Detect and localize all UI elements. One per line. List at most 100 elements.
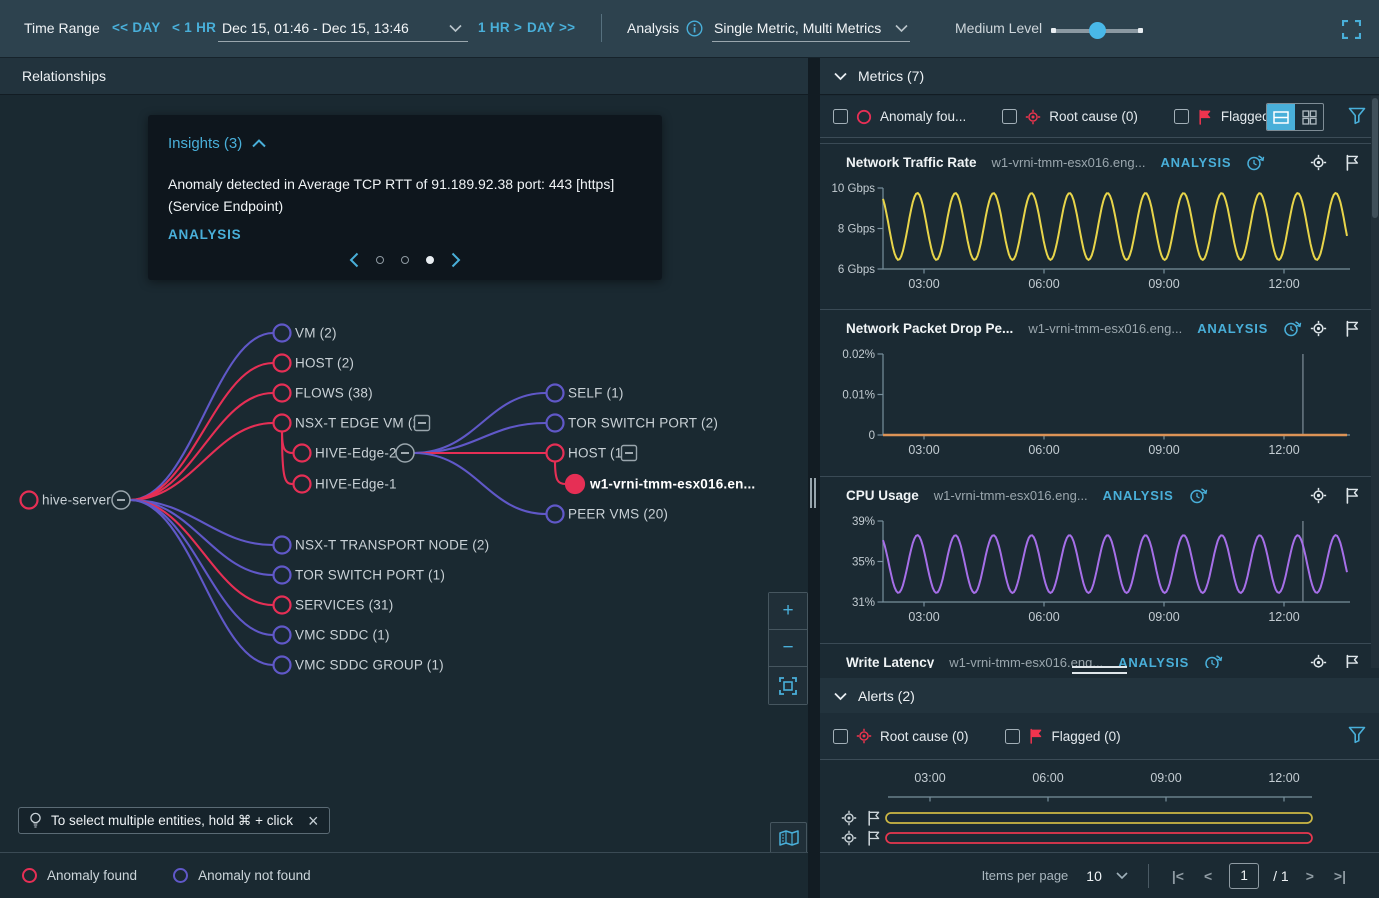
tree-node-circle[interactable] <box>274 325 291 342</box>
flag-button[interactable] <box>1344 320 1361 337</box>
tree-node-circle[interactable] <box>274 567 291 584</box>
fullscreen-icon[interactable] <box>1342 20 1361 39</box>
chevron-down-icon[interactable] <box>1116 872 1128 880</box>
alert-root-cause-button[interactable] <box>841 830 857 851</box>
insights-title[interactable]: Insights (3) <box>168 135 642 152</box>
info-icon[interactable] <box>686 20 703 37</box>
carousel-dot-1[interactable] <box>376 256 384 264</box>
alert-flag-button[interactable] <box>866 830 882 851</box>
next-hour-button[interactable]: 1 HR > <box>478 20 522 35</box>
tree-node-host1[interactable]: HOST (1) <box>547 445 628 462</box>
tree-node-circle[interactable] <box>547 385 564 402</box>
tree-node-circle[interactable] <box>274 627 291 644</box>
locate-button[interactable] <box>1310 320 1327 337</box>
tree-node-root[interactable]: hive-server <box>21 492 112 509</box>
time-compare-button[interactable] <box>1246 154 1265 171</box>
current-page-input[interactable]: 1 <box>1229 863 1259 889</box>
relationship-tree-canvas[interactable]: hive-server VM (2) HOST (2) FLOWS (38) NSX-T… <box>0 95 808 852</box>
tree-node-w1[interactable]: w1-vrni-tmm-esx016.en... <box>566 475 755 493</box>
tree-node-circle[interactable] <box>21 492 38 509</box>
tree-node-hedge2[interactable]: HIVE-Edge-2 <box>294 445 397 462</box>
chevron-up-icon[interactable] <box>252 139 266 148</box>
analysis-select[interactable]: Single Metric, Multi Metrics <box>712 14 910 42</box>
level-slider-knob[interactable] <box>1089 22 1106 39</box>
panel-splitter[interactable] <box>808 58 820 898</box>
tree-node-nsxtedge[interactable]: NSX-T EDGE VM (2) <box>274 415 425 432</box>
chart-analysis-link[interactable]: ANALYSIS <box>1160 155 1231 170</box>
locate-button[interactable] <box>1310 154 1327 171</box>
tree-node-tor2[interactable]: TOR SWITCH PORT (2) <box>547 415 719 432</box>
tree-node-transport[interactable]: NSX-T TRANSPORT NODE (2) <box>274 537 490 554</box>
tree-node-services[interactable]: SERVICES (31) <box>274 597 394 614</box>
flag-button[interactable] <box>1344 487 1361 504</box>
time-compare-button[interactable] <box>1204 654 1223 668</box>
checkbox[interactable] <box>1005 729 1020 744</box>
carousel-prev-icon[interactable] <box>349 252 359 268</box>
locate-button[interactable] <box>1310 654 1327 668</box>
metrics-filter-icon[interactable] <box>1347 106 1367 131</box>
carousel-dot-2[interactable] <box>401 256 409 264</box>
chart-analysis-link[interactable]: ANALYSIS <box>1197 321 1268 336</box>
tree-node-circle[interactable] <box>547 445 564 462</box>
zoom-fit-button[interactable] <box>769 667 807 704</box>
flag-button[interactable] <box>1344 154 1361 171</box>
insight-analysis-link[interactable]: ANALYSIS <box>168 227 642 242</box>
checkbox[interactable] <box>833 109 848 124</box>
carousel-dot-3[interactable] <box>426 256 434 264</box>
next-day-button[interactable]: DAY >> <box>527 20 575 35</box>
time-compare-button[interactable] <box>1189 487 1208 504</box>
chart-analysis-link[interactable]: ANALYSIS <box>1103 488 1174 503</box>
tree-node-peer[interactable]: PEER VMS (20) <box>547 506 669 523</box>
zoom-out-button[interactable]: − <box>769 630 807 667</box>
collapse-box-icon[interactable] <box>622 446 637 461</box>
chevron-down-icon[interactable] <box>834 692 847 701</box>
tree-node-circle[interactable] <box>547 506 564 523</box>
chevron-down-icon[interactable] <box>834 72 847 81</box>
chart-plot[interactable]: 0.02% 0.01% 0 03:00 06:00 09:00 12:00 <box>820 346 1379 476</box>
alert-flag-button[interactable] <box>866 810 882 831</box>
alert-span-bar[interactable] <box>886 833 1312 843</box>
prev-day-button[interactable]: << DAY <box>112 20 161 35</box>
chart-plot[interactable]: 39% 35% 31% 03:00 06:00 09:00 12:00 <box>820 513 1379 643</box>
carousel-next-icon[interactable] <box>451 252 461 268</box>
first-page-button[interactable]: |< <box>1169 868 1187 884</box>
flag-button[interactable] <box>1344 654 1361 668</box>
collapse-circle-icon[interactable] <box>112 491 130 509</box>
alert-span-bar[interactable] <box>886 813 1312 823</box>
tree-node-circle[interactable] <box>294 445 311 462</box>
tree-node-vmcgroup[interactable]: VMC SDDC GROUP (1) <box>274 657 444 674</box>
chart-analysis-link[interactable]: ANALYSIS <box>1118 655 1189 668</box>
tree-node-circle[interactable] <box>566 475 584 493</box>
prev-page-button[interactable]: < <box>1201 868 1215 884</box>
alert-root-cause-button[interactable] <box>841 810 857 831</box>
tree-node-circle[interactable] <box>274 537 291 554</box>
tree-node-circle[interactable] <box>274 657 291 674</box>
tree-node-vmcsddc[interactable]: VMC SDDC (1) <box>274 627 390 644</box>
tree-node-host2[interactable]: HOST (2) <box>274 355 355 372</box>
list-view-button[interactable] <box>1267 104 1295 130</box>
last-page-button[interactable]: >| <box>1331 868 1349 884</box>
tree-node-flows[interactable]: FLOWS (38) <box>274 385 373 402</box>
tree-node-tor1[interactable]: TOR SWITCH PORT (1) <box>274 567 446 584</box>
minimap-button[interactable] <box>770 822 807 855</box>
tree-node-circle[interactable] <box>274 415 291 432</box>
section-resize-handle[interactable] <box>1072 666 1127 678</box>
prev-hour-button[interactable]: < 1 HR <box>172 20 216 35</box>
chart-plot[interactable]: 10 Gbps 8 Gbps 6 Gbps 03:00 06:00 09:00 … <box>820 180 1379 310</box>
alerts-timeline-plot[interactable]: 03:00 06:00 09:00 12:00 <box>820 760 1379 852</box>
alerts-filter-icon[interactable] <box>1347 725 1367 750</box>
tree-node-vm[interactable]: VM (2) <box>274 325 337 342</box>
checkbox[interactable] <box>1174 109 1189 124</box>
zoom-in-button[interactable]: + <box>769 593 807 630</box>
items-per-page-value[interactable]: 10 <box>1086 868 1102 884</box>
collapse-circle-icon[interactable] <box>396 444 414 462</box>
collapse-box-icon[interactable] <box>415 416 430 431</box>
time-compare-button[interactable] <box>1283 320 1302 337</box>
checkbox[interactable] <box>833 729 848 744</box>
locate-button[interactable] <box>1310 487 1327 504</box>
time-range-dropdown[interactable]: Dec 15, 01:46 - Dec 15, 13:46 <box>218 14 468 42</box>
metrics-scrollbar[interactable] <box>1371 96 1379 668</box>
tree-node-hedge1[interactable]: HIVE-Edge-1 <box>294 476 397 493</box>
tree-node-circle[interactable] <box>274 385 291 402</box>
checkbox[interactable] <box>1002 109 1017 124</box>
